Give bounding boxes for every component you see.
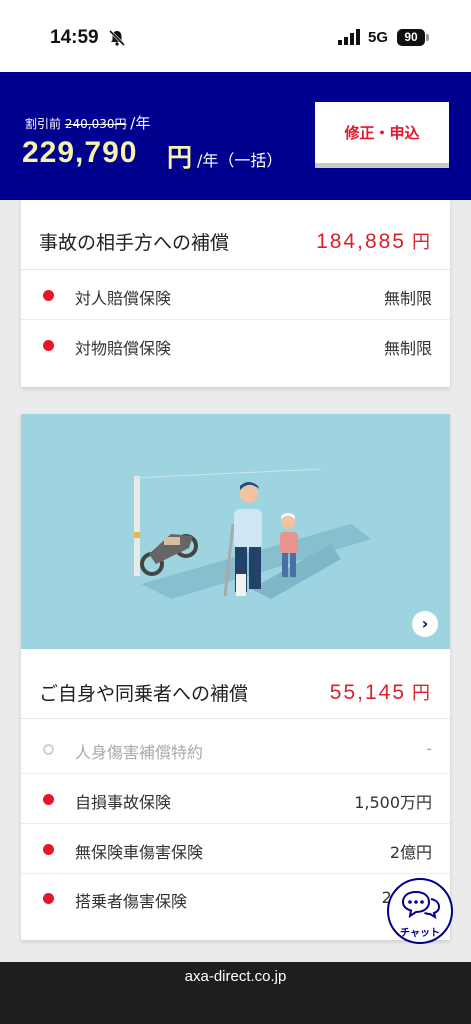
coverage-value: 無制限: [383, 289, 432, 308]
accident-illustration-art: [133, 468, 371, 599]
amount-yen: 円: [412, 232, 430, 253]
card-title: ご自身や同乗者への補償: [39, 683, 249, 705]
card-header: 事故の相手方への補償 184,885 円: [21, 200, 450, 270]
coverage-value: 2億円: [389, 843, 432, 862]
card-amount: 184,885 円: [316, 228, 430, 254]
annual-price-unit: 円: [167, 143, 193, 172]
original-price-unit: /年: [130, 114, 151, 132]
self-passenger-coverage-card: › ご自身や同乗者への補償 55,145 円 人身傷害補償特約 - 自損事故保険 …: [21, 414, 450, 940]
network-type: 5G: [368, 29, 389, 46]
accident-illustration[interactable]: ›: [21, 414, 450, 649]
coverage-row: 対物賠償保険 無制限: [21, 321, 450, 370]
coverage-row: 搭乗者傷害保険 20: [21, 874, 450, 923]
card-header: ご自身や同乗者への補償 55,145 円: [21, 649, 450, 719]
coverage-row: 対人賠償保険 無制限: [21, 271, 450, 320]
coverage-row: 無保険車傷害保険 2億円: [21, 825, 450, 874]
status-bar: 14:59 5G 90: [0, 0, 471, 72]
active-dot-icon: [43, 844, 54, 855]
coverage-value: 無制限: [383, 339, 432, 358]
battery-tip: [426, 34, 429, 41]
coverage-row: 自損事故保険 1,500万円: [21, 775, 450, 824]
coverage-label: 対人賠償保険: [75, 289, 172, 308]
active-dot-icon: [43, 290, 54, 301]
payment-period: /年（一括）: [197, 151, 283, 170]
amount-value: 55,145: [329, 681, 406, 704]
active-dot-icon: [43, 340, 54, 351]
coverage-label: 自損事故保険: [75, 793, 172, 812]
status-time: 14:59: [50, 27, 99, 48]
active-dot-icon: [43, 794, 54, 805]
price-header: 割引前 240,030円 /年 229,790 円 /年（一括） 修正・申込: [0, 72, 471, 200]
amount-yen: 円: [412, 683, 430, 704]
annual-price: 229,790: [22, 136, 138, 169]
chevron-right-icon[interactable]: ›: [412, 611, 438, 637]
coverage-label: 人身傷害補償特約: [75, 743, 204, 762]
url-text[interactable]: axa-direct.co.jp: [0, 968, 471, 985]
coverage-row: 人身傷害補償特約 -: [21, 725, 450, 774]
bell-slash-icon: [108, 29, 126, 47]
chat-bubbles-icon: [402, 890, 440, 920]
coverage-value: 1,500万円: [354, 793, 432, 812]
chat-label: チャット: [400, 928, 440, 939]
original-price: 240,030円: [64, 117, 127, 131]
discount-label: 割引前: [25, 117, 62, 131]
active-dot-icon: [43, 893, 54, 904]
amount-value: 184,885: [316, 230, 406, 253]
card-title: 事故の相手方への補償: [39, 232, 230, 254]
inactive-dot-icon: [43, 744, 54, 755]
signal-icon: [338, 29, 360, 45]
coverage-label: 無保険車傷害保険: [75, 843, 204, 862]
battery-icon: 90: [397, 29, 425, 46]
browser-url-bar: axa-direct.co.jp: [0, 962, 471, 1024]
coverage-label: 対物賠償保険: [75, 339, 172, 358]
coverage-label: 搭乗者傷害保険: [75, 892, 188, 911]
original-price-line: 割引前 240,030円 /年: [25, 112, 150, 133]
card-amount: 55,145 円: [330, 679, 430, 705]
coverage-value: -: [426, 739, 432, 758]
chat-button[interactable]: チャット: [387, 878, 453, 944]
third-party-coverage-card: 事故の相手方への補償 184,885 円 対人賠償保険 無制限 対物賠償保険 無制…: [21, 200, 450, 387]
apply-button[interactable]: 修正・申込: [315, 102, 449, 168]
